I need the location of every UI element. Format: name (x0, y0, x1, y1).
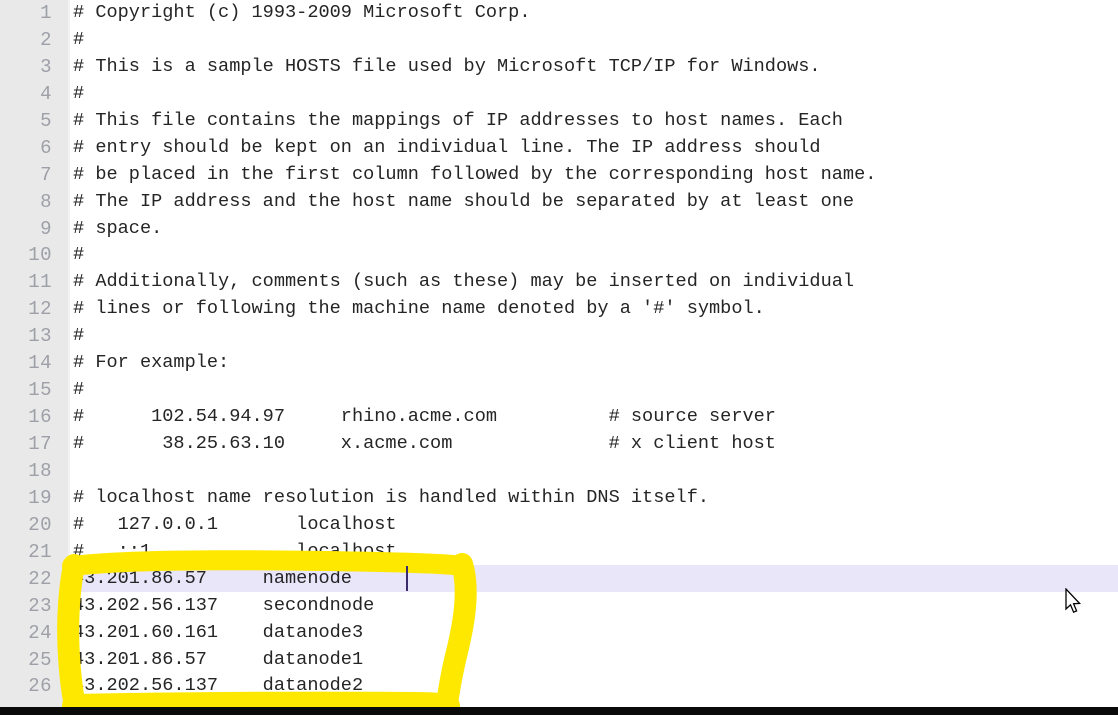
line-number: 23 (28, 594, 52, 617)
code-line[interactable]: # (73, 242, 1118, 269)
line-number: 2 (40, 28, 52, 51)
code-line[interactable]: # For example: (73, 350, 1118, 377)
code-line[interactable]: # 102.54.94.97 rhino.acme.com # source s… (73, 404, 1118, 431)
code-line[interactable]: # (73, 81, 1118, 108)
line-number: 26 (28, 675, 52, 698)
line-number: 5 (40, 109, 52, 132)
line-number: 25 (28, 648, 52, 671)
code-line[interactable]: # ::1 localhost (73, 539, 1118, 566)
line-number: 22 (28, 567, 52, 590)
line-number: 8 (40, 190, 52, 213)
code-line[interactable]: # (73, 323, 1118, 350)
text-caret (406, 566, 408, 591)
line-number: 11 (28, 271, 52, 294)
code-line[interactable]: # (73, 377, 1118, 404)
code-line[interactable]: # entry should be kept on an individual … (73, 135, 1118, 162)
code-line[interactable]: # localhost name resolution is handled w… (73, 485, 1118, 512)
code-line[interactable]: # space. (73, 216, 1118, 243)
code-line[interactable]: # Copyright (c) 1993-2009 Microsoft Corp… (73, 0, 1118, 27)
code-line[interactable]: 43.201.86.57 namenode (73, 566, 1118, 593)
line-number: 14 (28, 352, 52, 375)
line-number: 3 (40, 55, 52, 78)
line-number: 19 (28, 486, 52, 509)
code-line[interactable] (73, 458, 1118, 485)
line-number: 18 (28, 459, 52, 482)
code-line[interactable]: # This file contains the mappings of IP … (73, 108, 1118, 135)
code-line[interactable]: # (73, 27, 1118, 54)
line-number: 17 (28, 433, 52, 455)
line-number: 13 (28, 325, 52, 348)
code-line[interactable]: # This is a sample HOSTS file used by Mi… (73, 54, 1118, 81)
line-number: 24 (28, 621, 52, 644)
code-line[interactable]: 43.201.86.57 datanode1 (73, 647, 1118, 674)
line-number: 1 (40, 2, 52, 24)
code-line[interactable]: # Additionally, comments (such as these)… (73, 269, 1118, 296)
line-number: 16 (28, 406, 52, 429)
code-line[interactable]: 43.202.56.137 datanode2 (73, 673, 1118, 700)
line-number: 20 (28, 513, 52, 536)
text-editor-window[interactable]: 1 2 3 4 5 6 7 8 9 10 11 12 13 14 15 16 17 18 19 20 21 22 23 24 2… (0, 0, 1118, 715)
line-number: 12 (28, 298, 52, 321)
bottom-black-bar (0, 707, 1118, 715)
code-line[interactable]: # 127.0.0.1 localhost (73, 512, 1118, 539)
code-line[interactable]: # 38.25.63.10 x.acme.com # x client host (73, 431, 1118, 458)
code-line[interactable]: 43.202.56.137 secondnode (73, 593, 1118, 620)
code-line[interactable]: # The IP address and the host name shoul… (73, 189, 1118, 216)
line-number: 7 (40, 163, 52, 186)
line-number: 10 (28, 244, 52, 267)
code-line[interactable]: 43.201.60.161 datanode3 (73, 620, 1118, 647)
line-number: 15 (28, 379, 52, 402)
line-number: 6 (40, 136, 52, 159)
line-number: 9 (40, 217, 52, 240)
code-line[interactable]: # lines or following the machine name de… (73, 296, 1118, 323)
line-number: 4 (40, 82, 52, 105)
gutter-divider (68, 0, 70, 707)
code-text-area[interactable]: # Copyright (c) 1993-2009 Microsoft Corp… (73, 0, 1118, 700)
line-number: 21 (28, 540, 52, 563)
code-line[interactable]: # be placed in the first column followed… (73, 162, 1118, 189)
line-number-column: 1 2 3 4 5 6 7 8 9 10 11 12 13 14 15 16 17 18 19 20 21 22 23 24 2… (0, 0, 52, 700)
